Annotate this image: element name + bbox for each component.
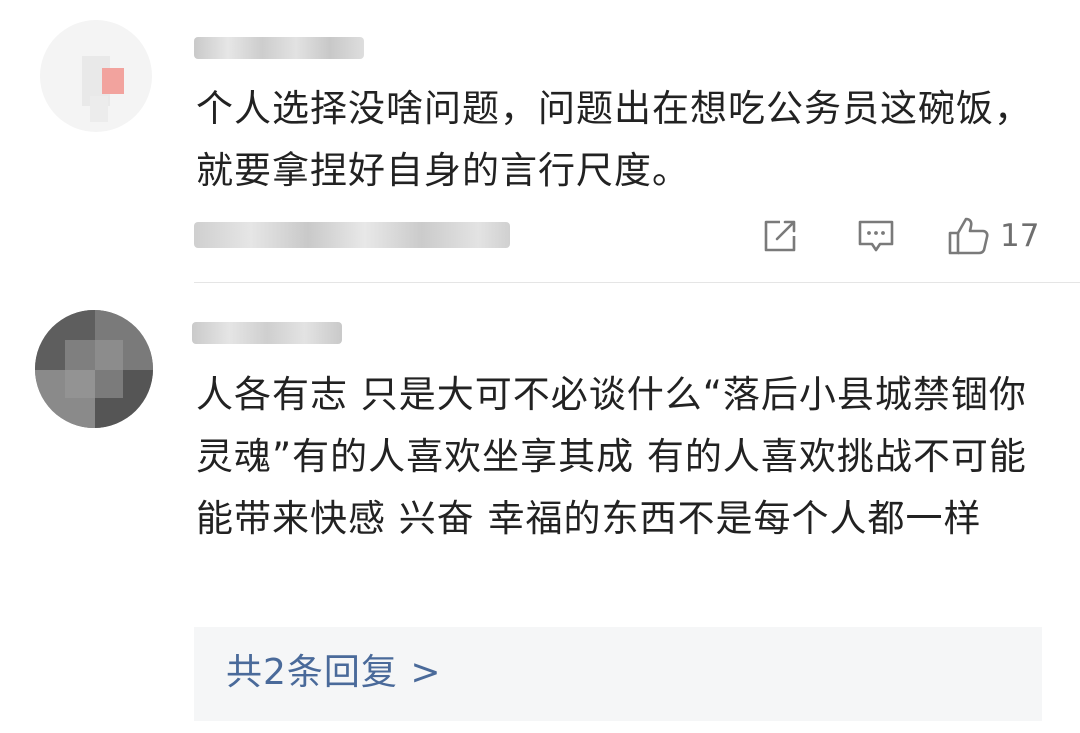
username-blurred[interactable] [194, 37, 364, 59]
comment-timestamp-blurred [194, 222, 510, 248]
share-button[interactable] [760, 214, 804, 258]
thumbs-up-icon [948, 217, 989, 255]
comment-text: 个人选择没啥问题，问题出在想吃公务员这碗饭，就要拿捏好自身的言行尺度。 [196, 87, 1032, 192]
comment-icon [858, 220, 894, 252]
share-icon [764, 220, 796, 252]
view-replies-button[interactable]: 共2条回复 > [194, 627, 1042, 721]
replies-label[interactable]: 共2条回复 > [226, 649, 442, 697]
username-blurred[interactable] [192, 322, 342, 344]
avatar[interactable] [35, 310, 153, 428]
like-count: 17 [1000, 218, 1040, 254]
comment-item: 人各有志 只是大可不必谈什么“落后小县城禁锢你灵魂”有的人喜欢坐享其成 有的人喜… [0, 284, 1080, 733]
divider [194, 282, 1080, 283]
avatar[interactable] [40, 20, 152, 132]
like-button[interactable]: 17 [946, 214, 1056, 258]
comment-text: 人各有志 只是大可不必谈什么“落后小县城禁锢你灵魂”有的人喜欢坐享其成 有的人喜… [196, 373, 1040, 540]
reply-button[interactable] [856, 214, 900, 258]
comment-item: 个人选择没啥问题，问题出在想吃公务员这碗饭，就要拿捏好自身的言行尺度。 17 [0, 0, 1080, 283]
